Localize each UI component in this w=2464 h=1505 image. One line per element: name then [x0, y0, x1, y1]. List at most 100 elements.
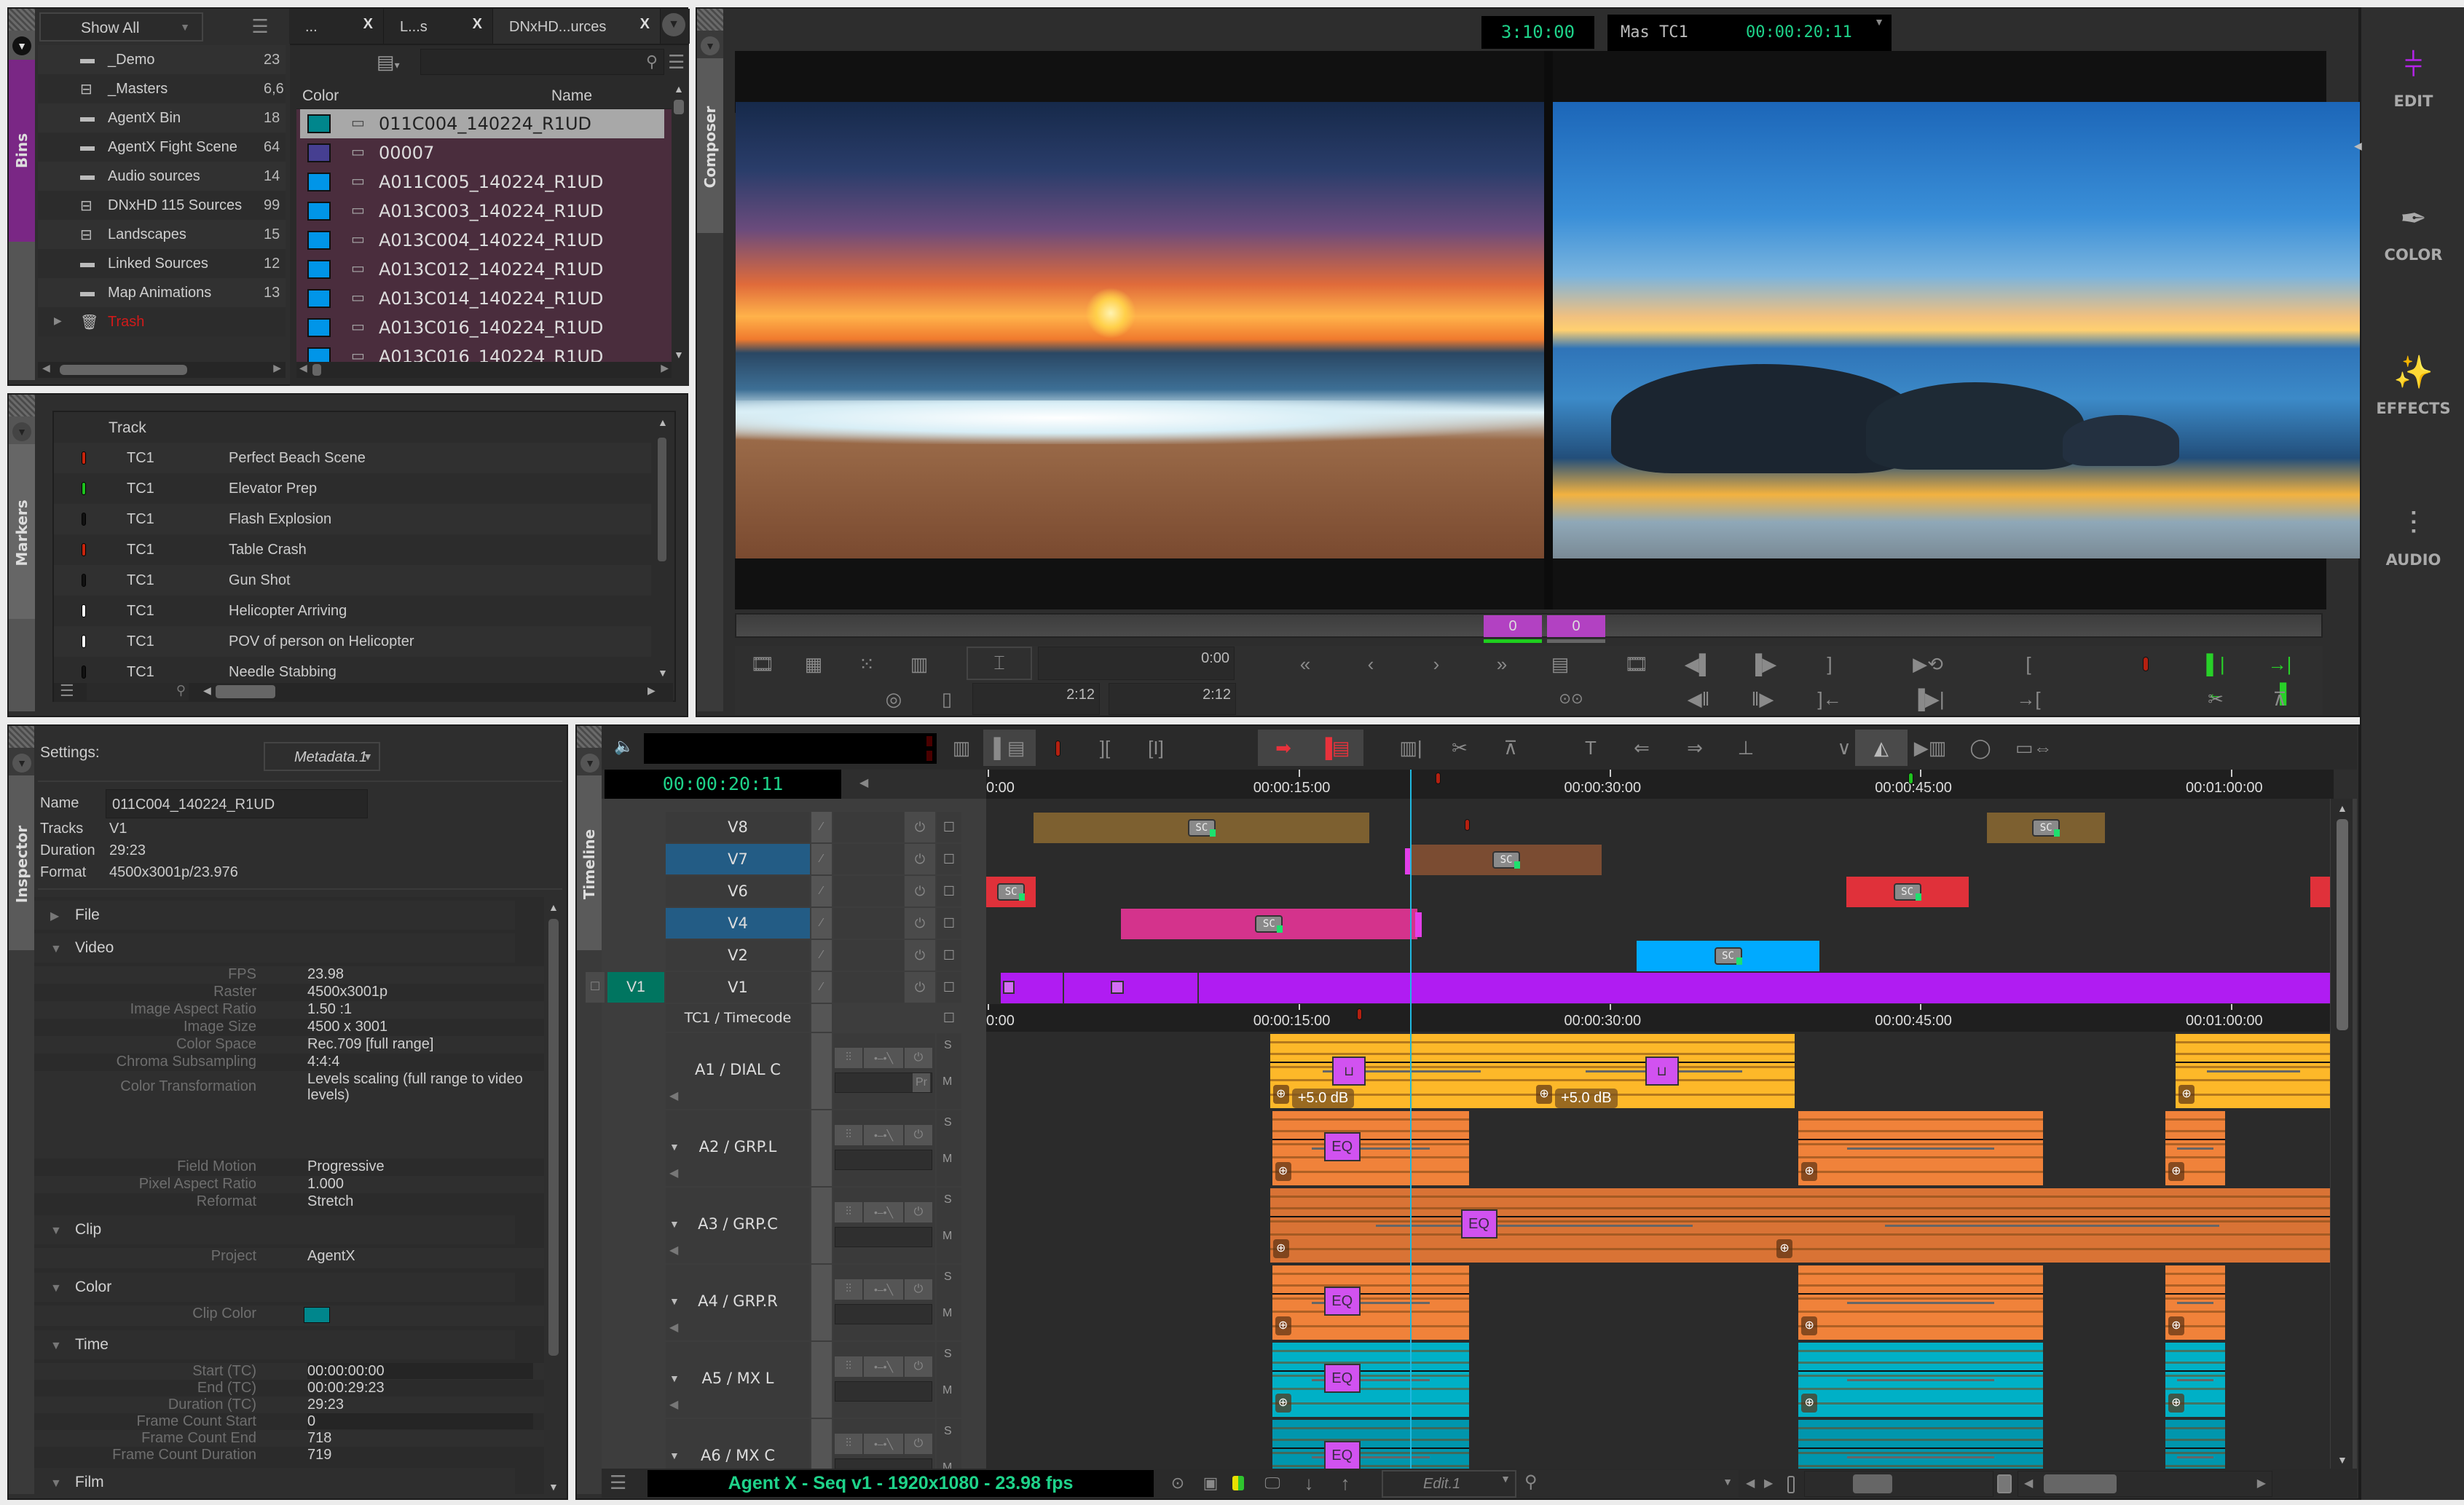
add-edit-icon[interactable]: ▥|▥: [1393, 733, 1429, 788]
audio-clip[interactable]: ⊕: [2176, 1034, 2330, 1108]
track-monitor-checkbox[interactable]: ☐: [937, 876, 961, 906]
clip-row[interactable]: ▭ A013C016_140224_R1UD: [300, 313, 664, 342]
marker-row[interactable]: TC1 Flash Explosion: [54, 504, 651, 534]
audio-track-name[interactable]: A5 / MX L: [666, 1370, 810, 1387]
bin-tabs-menu-icon[interactable]: ▼: [662, 13, 685, 36]
track-monitor-checkbox[interactable]: ☐: [937, 1004, 961, 1032]
bin-hscrollbar[interactable]: ◀ ▶: [296, 362, 672, 378]
bin-vscrollbar[interactable]: ▲ ▼: [672, 82, 686, 362]
clip-row[interactable]: ▭ 00007: [300, 138, 664, 167]
bin-item[interactable]: ▬ _Demo 23: [38, 45, 286, 74]
solo-button[interactable]: S: [944, 1348, 952, 1361]
clip-gain-fader-icon[interactable]: ⊕: [1272, 1085, 1289, 1104]
name-field[interactable]: 011C004_140224_R1UD: [106, 789, 368, 818]
add-marker-icon[interactable]: [1055, 740, 1060, 757]
clip-row[interactable]: ▭ A011C005_140224_R1UD: [300, 167, 664, 197]
track-lock-icon[interactable]: [811, 1265, 832, 1340]
bin-search-input[interactable]: ⚲: [420, 49, 664, 75]
close-icon[interactable]: X: [473, 16, 482, 33]
track-lock-icon[interactable]: [811, 1342, 832, 1418]
mark-in-icon[interactable]: [: [2010, 649, 2047, 679]
audio-clip[interactable]: ⊕: [2165, 1111, 2226, 1185]
marker-row[interactable]: TC1 Perfect Beach Scene: [54, 443, 651, 473]
effect-badge[interactable]: SC: [1893, 883, 1921, 901]
render-icon[interactable]: ⊙: [1160, 1469, 1196, 1498]
audio-track-name[interactable]: A1 / DIAL C: [666, 1061, 810, 1078]
source-timecode[interactable]: 3:10:00: [1481, 16, 1594, 49]
track-monitor-checkbox[interactable]: ☐: [937, 940, 961, 971]
edit-point[interactable]: [1197, 973, 1200, 1003]
collapse-icon[interactable]: ▼: [12, 754, 31, 773]
overwrite-icon[interactable]: ⊼: [2262, 684, 2298, 714]
track-lock-icon[interactable]: [811, 1004, 832, 1032]
audio-track-name[interactable]: A2 / GRP.L: [666, 1138, 810, 1156]
effect-badge[interactable]: SC: [2032, 819, 2060, 837]
settings-dropdown[interactable]: Metadata.1 ▼: [264, 742, 380, 771]
track-lock-icon[interactable]: ⁄: [811, 876, 832, 906]
clip-color-swatch[interactable]: [307, 143, 331, 162]
automation-icon[interactable]: •–•╲: [864, 1279, 903, 1300]
marker-row[interactable]: TC1 Elevator Prep: [54, 473, 651, 504]
marker-row[interactable]: TC1 Helicopter Arriving: [54, 596, 651, 626]
power-icon[interactable]: ⏻: [905, 812, 935, 842]
marker-row[interactable]: TC1 Gun Shot: [54, 565, 651, 596]
track-monitor-checkbox[interactable]: ☐: [937, 972, 961, 1003]
audio-clip[interactable]: ⊕: [2165, 1420, 2226, 1469]
automation-icon[interactable]: •–•╲: [864, 1125, 903, 1145]
bin-item[interactable]: ▬ Linked Sources 12: [38, 249, 286, 278]
power-icon[interactable]: ⏻: [905, 972, 935, 1003]
audio-plugin-icon[interactable]: ⊔: [1332, 1056, 1366, 1086]
audio-clip[interactable]: ⊕: [1272, 1265, 1469, 1340]
audio-clip[interactable]: ⊕: [1774, 1188, 2330, 1263]
clip-gain-icon[interactable]: ⫶⫶: [835, 1048, 862, 1068]
clip-color-swatch[interactable]: [307, 231, 331, 250]
lift-icon[interactable]: ⊼: [1492, 733, 1529, 762]
source-track-v1[interactable]: V1: [607, 972, 664, 1003]
zoom-out-icon[interactable]: [1787, 1476, 1795, 1493]
bin-menu-icon[interactable]: ☰: [668, 51, 685, 74]
column-header-color[interactable]: Color: [302, 87, 339, 105]
clip-gain-fader-icon[interactable]: ⊕: [2168, 1394, 2184, 1413]
fast-forward-icon[interactable]: »: [1484, 649, 1520, 679]
section-film[interactable]: ▼ Film: [34, 1468, 515, 1497]
clip-row[interactable]: ▭ A013C014_140224_R1UD: [300, 284, 664, 313]
title-tool-icon[interactable]: T: [1573, 733, 1609, 762]
property-value[interactable]: 00:00:00:00: [307, 1363, 533, 1379]
clip-color-swatch[interactable]: [307, 289, 331, 308]
audio-clip[interactable]: ⊕: [1798, 1265, 2043, 1340]
track-lock-icon[interactable]: ⁄: [811, 940, 832, 971]
clip-gain-icon[interactable]: ⫶⫶: [835, 1202, 862, 1222]
trim-ibeam-icon[interactable]: ⌶: [967, 647, 1032, 680]
track-v4-selector[interactable]: V4: [666, 908, 810, 939]
solo-button[interactable]: S: [944, 1425, 952, 1438]
track-lock-icon[interactable]: [811, 1188, 832, 1263]
lift-overwrite-icon[interactable]: ➡: [1265, 733, 1302, 762]
clip-gain-badge[interactable]: +5.0 dB: [1291, 1089, 1355, 1108]
track-monitor-checkbox[interactable]: ☐: [937, 844, 961, 874]
column-header-name[interactable]: Name: [551, 87, 592, 105]
clip-gain-icon[interactable]: ⫶⫶: [835, 1434, 862, 1454]
audio-clip[interactable]: ⊕: [1798, 1420, 2043, 1469]
timecode-track[interactable]: TC1 / Timecode: [666, 1004, 810, 1032]
effect-badge[interactable]: SC: [1714, 947, 1742, 965]
splice-in-icon[interactable]: ✂: [2197, 684, 2234, 714]
markers-vscrollbar[interactable]: ▲ ▼: [651, 412, 673, 682]
in-point-display[interactable]: 2:12: [972, 683, 1100, 715]
section-time[interactable]: ▼ Time: [34, 1330, 515, 1359]
column-header-track[interactable]: Track: [109, 419, 146, 437]
speaker-icon[interactable]: ◀: [669, 1166, 678, 1180]
play-reverse-icon[interactable]: ◀▌: [1680, 649, 1717, 679]
extract-out-icon[interactable]: →|▐: [2262, 649, 2298, 704]
solo-button[interactable]: S: [944, 1271, 952, 1284]
grid-view-icon[interactable]: ▦: [795, 649, 832, 679]
client-monitor-icon[interactable]: 🖵: [1254, 1469, 1291, 1498]
audio-track-name[interactable]: A3 / GRP.C: [666, 1215, 810, 1233]
automation-icon[interactable]: •–•╲: [864, 1202, 903, 1222]
clip-gain-fader-icon[interactable]: ⊕: [1801, 1316, 1818, 1335]
clip-gain-icon[interactable]: ⫶⫶: [835, 1279, 862, 1300]
markers-hscroll-thumb[interactable]: [216, 685, 275, 698]
clip-gain-fader-icon[interactable]: ⊕: [1801, 1162, 1818, 1181]
video-clip[interactable]: SC: [1846, 877, 1969, 907]
next-edit-icon[interactable]: ‖▶: [1744, 684, 1781, 714]
effect-badge[interactable]: SC: [997, 883, 1026, 901]
